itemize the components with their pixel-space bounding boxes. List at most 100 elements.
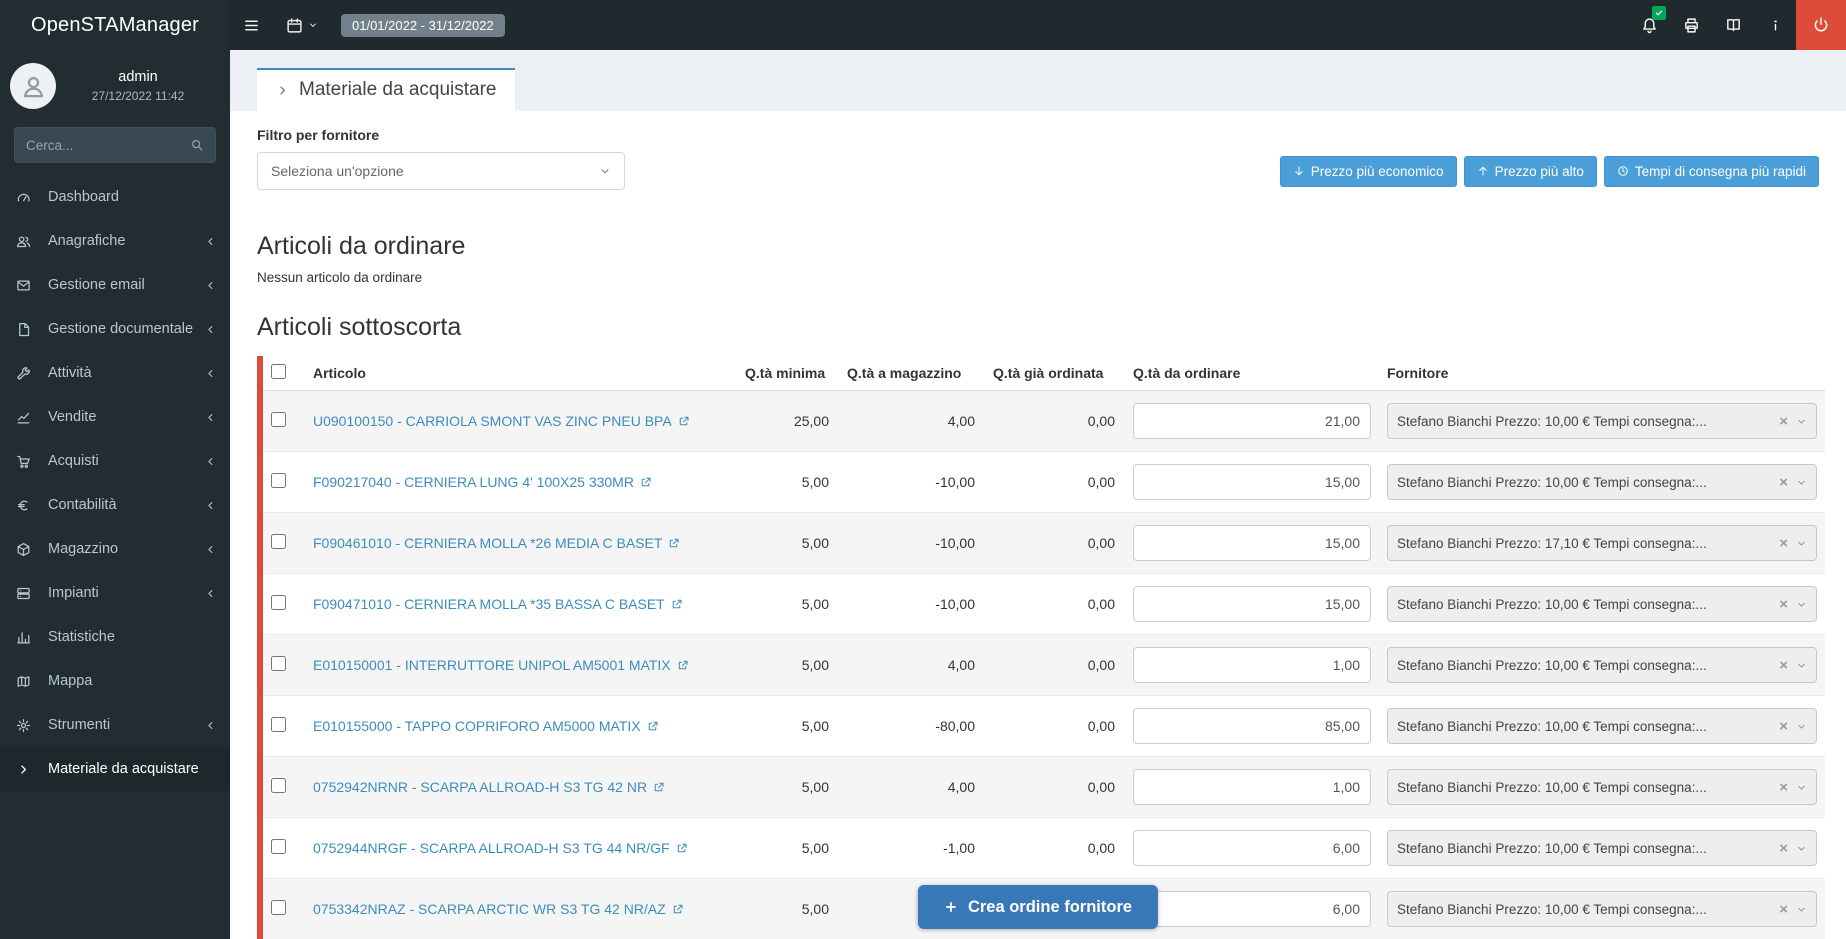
supplier-filter-select[interactable]: Seleziona un'opzione — [257, 152, 625, 190]
order-qty-input[interactable] — [1133, 525, 1371, 561]
sidebar-item[interactable]: Impianti — [0, 571, 230, 615]
supplier-cell: Stefano Bianchi Prezzo: 10,00 € Tempi co… — [1379, 696, 1825, 757]
clear-icon[interactable]: × — [1779, 658, 1788, 673]
external-link-icon — [677, 659, 689, 671]
chevron-left-icon — [204, 499, 217, 512]
chevron-left-icon — [204, 367, 217, 380]
row-checkbox[interactable] — [271, 656, 286, 671]
article-link[interactable]: F090217040 - CERNIERA LUNG 4' 100X25 330… — [313, 474, 634, 490]
supplier-select[interactable]: Stefano Bianchi Prezzo: 10,00 € Tempi co… — [1387, 403, 1817, 439]
sidebar-item[interactable]: Anagrafiche — [0, 219, 230, 263]
order-qty-input[interactable] — [1133, 769, 1371, 805]
navbar-icon-button[interactable] — [1628, 0, 1670, 50]
sort-button[interactable]: Tempi di consegna più rapidi — [1604, 156, 1819, 187]
logout-button[interactable] — [1796, 0, 1846, 50]
caret-down-icon — [308, 20, 318, 30]
sidebar-item[interactable]: Strumenti — [0, 703, 230, 747]
article-link[interactable]: E010155000 - TAPPO COPRIFORO AM5000 MATI… — [313, 718, 641, 734]
table-row: F090471010 - CERNIERA MOLLA *35 BASSA C … — [263, 574, 1825, 635]
hamburger-icon — [243, 17, 260, 34]
row-checkbox[interactable] — [271, 900, 286, 915]
article-link[interactable]: 0752944NRGF - SCARPA ALLROAD-H S3 TG 44 … — [313, 840, 670, 856]
row-checkbox[interactable] — [271, 595, 286, 610]
sort-button[interactable]: Prezzo più economico — [1280, 156, 1457, 187]
article-link[interactable]: U090100150 - CARRIOLA SMONT VAS ZINC PNE… — [313, 413, 672, 429]
clear-icon[interactable]: × — [1779, 475, 1788, 490]
date-range-dropdown[interactable] — [273, 0, 331, 50]
chevron-left-icon — [204, 279, 217, 292]
row-checkbox[interactable] — [271, 412, 286, 427]
navbar-icon-button[interactable] — [1754, 0, 1796, 50]
sidebar-item[interactable]: Contabilità — [0, 483, 230, 527]
select-all-checkbox[interactable] — [271, 364, 286, 379]
supplier-select[interactable]: Stefano Bianchi Prezzo: 17,10 € Tempi co… — [1387, 525, 1817, 561]
order-qty-input[interactable] — [1133, 708, 1371, 744]
clear-icon[interactable]: × — [1779, 536, 1788, 551]
supplier-select[interactable]: Stefano Bianchi Prezzo: 10,00 € Tempi co… — [1387, 464, 1817, 500]
sidebar-menu: Dashboard Anagrafiche Gestione email Ges… — [0, 175, 230, 791]
sidebar-item[interactable]: Acquisti — [0, 439, 230, 483]
ordered-qty-cell: 0,00 — [985, 635, 1125, 696]
row-checkbox[interactable] — [271, 534, 286, 549]
column-header: Q.tà minima — [737, 356, 839, 391]
sort-button[interactable]: Prezzo più alto — [1464, 156, 1597, 187]
supplier-select[interactable]: Stefano Bianchi Prezzo: 10,00 € Tempi co… — [1387, 769, 1817, 805]
row-checkbox[interactable] — [271, 839, 286, 854]
article-link[interactable]: 0752942NRNR - SCARPA ALLROAD-H S3 TG 42 … — [313, 779, 647, 795]
select-placeholder: Seleziona un'opzione — [271, 163, 599, 179]
supplier-select-value: Stefano Bianchi Prezzo: 10,00 € Tempi co… — [1397, 414, 1773, 429]
order-qty-input[interactable] — [1133, 891, 1371, 927]
supplier-cell: Stefano Bianchi Prezzo: 10,00 € Tempi co… — [1379, 757, 1825, 818]
clear-icon[interactable]: × — [1779, 780, 1788, 795]
clear-icon[interactable]: × — [1779, 597, 1788, 612]
row-checkbox[interactable] — [271, 717, 286, 732]
clear-icon[interactable]: × — [1779, 902, 1788, 917]
supplier-select[interactable]: Stefano Bianchi Prezzo: 10,00 € Tempi co… — [1387, 586, 1817, 622]
article-link[interactable]: F090461010 - CERNIERA MOLLA *26 MEDIA C … — [313, 535, 662, 551]
sidebar-item[interactable]: Mappa — [0, 659, 230, 703]
supplier-select[interactable]: Stefano Bianchi Prezzo: 10,00 € Tempi co… — [1387, 830, 1817, 866]
article-link[interactable]: F090471010 - CERNIERA MOLLA *35 BASSA C … — [313, 596, 665, 612]
clear-icon[interactable]: × — [1779, 414, 1788, 429]
navbar-icon-button[interactable] — [1670, 0, 1712, 50]
order-qty-input[interactable] — [1133, 586, 1371, 622]
sidebar-item[interactable]: Statistiche — [0, 615, 230, 659]
search-input[interactable] — [26, 138, 190, 153]
chevron-left-icon — [204, 235, 217, 248]
row-checkbox[interactable] — [271, 473, 286, 488]
order-qty-input[interactable] — [1133, 830, 1371, 866]
order-qty-input[interactable] — [1133, 403, 1371, 439]
create-supplier-order-button[interactable]: Crea ordine fornitore — [918, 885, 1158, 929]
clear-icon[interactable]: × — [1779, 719, 1788, 734]
sidebar-item[interactable]: Magazzino — [0, 527, 230, 571]
search-button[interactable] — [190, 138, 204, 152]
navbar-icon-button[interactable] — [1712, 0, 1754, 50]
sidebar-item[interactable]: Vendite — [0, 395, 230, 439]
supplier-select[interactable]: Stefano Bianchi Prezzo: 10,00 € Tempi co… — [1387, 891, 1817, 927]
sidebar-item[interactable]: Attività — [0, 351, 230, 395]
supplier-select[interactable]: Stefano Bianchi Prezzo: 10,00 € Tempi co… — [1387, 708, 1817, 744]
order-qty-input[interactable] — [1133, 647, 1371, 683]
row-checkbox[interactable] — [271, 778, 286, 793]
sidebar-item[interactable]: Gestione documentale — [0, 307, 230, 351]
supplier-select-value: Stefano Bianchi Prezzo: 10,00 € Tempi co… — [1397, 597, 1773, 612]
chevron-left-icon — [204, 587, 217, 600]
stock-qty-cell: 4,00 — [839, 757, 985, 818]
table-row: F090461010 - CERNIERA MOLLA *26 MEDIA C … — [263, 513, 1825, 574]
sidebar: admin 27/12/2022 11:42 Dashboard Anagraf… — [0, 50, 230, 939]
order-qty-input[interactable] — [1133, 464, 1371, 500]
sidebar-toggle-button[interactable] — [230, 0, 273, 50]
sidebar-item[interactable]: Dashboard — [0, 175, 230, 219]
brand-logo[interactable]: OpenSTAManager — [0, 0, 230, 50]
sidebar-item[interactable]: Gestione email — [0, 263, 230, 307]
sidebar-item[interactable]: Materiale da acquistare — [0, 747, 230, 791]
article-link[interactable]: E010150001 - INTERRUTTORE UNIPOL AM5001 … — [313, 657, 671, 673]
date-range-badge[interactable]: 01/01/2022 - 31/12/2022 — [341, 14, 505, 37]
supplier-select[interactable]: Stefano Bianchi Prezzo: 10,00 € Tempi co… — [1387, 647, 1817, 683]
stock-qty-cell: 4,00 — [839, 391, 985, 452]
clear-icon[interactable]: × — [1779, 841, 1788, 856]
tab-materiale-da-acquistare[interactable]: Materiale da acquistare — [257, 68, 515, 111]
supplier-select-value: Stefano Bianchi Prezzo: 10,00 € Tempi co… — [1397, 780, 1773, 795]
caret-down-icon — [1796, 721, 1807, 732]
article-link[interactable]: 0753342NRAZ - SCARPA ARCTIC WR S3 TG 42 … — [313, 901, 666, 917]
